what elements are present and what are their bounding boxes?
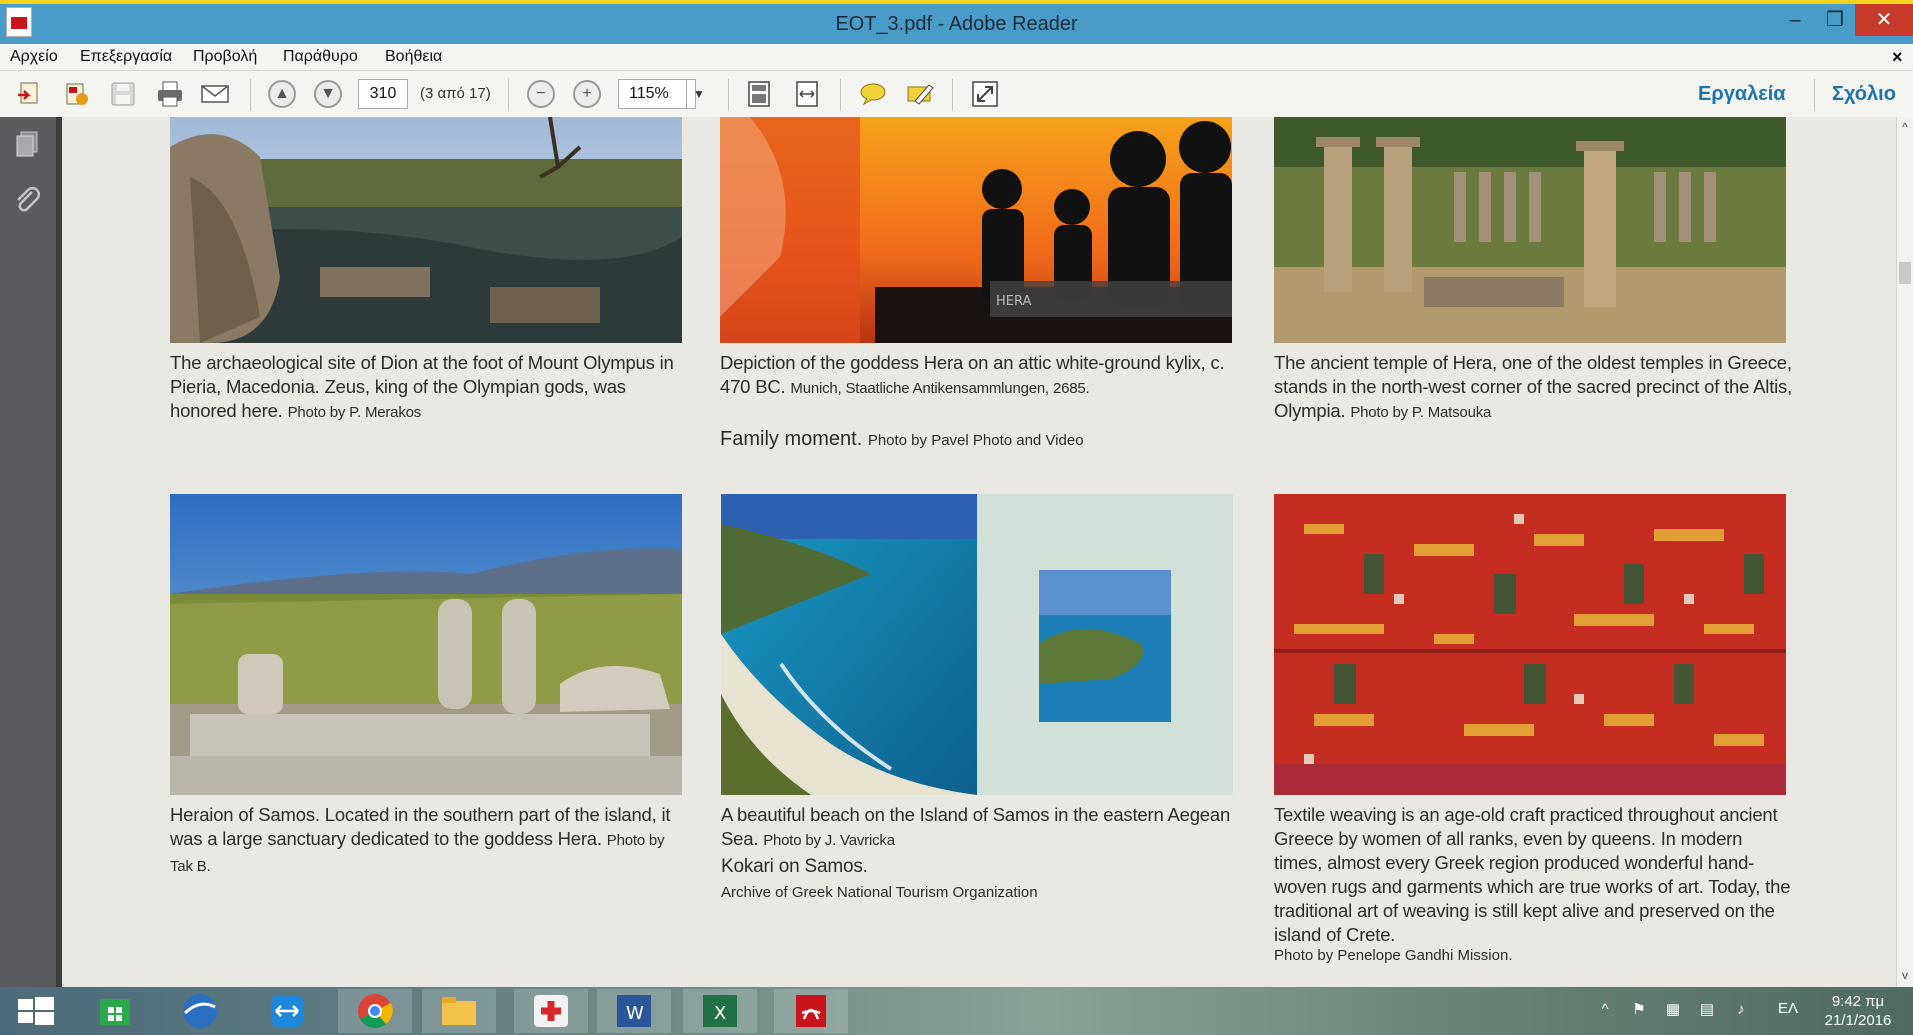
caption-textile-credit: Photo by Penelope Gandhi Mission. — [1274, 947, 1513, 964]
caption-family-credit: Photo by Pavel Photo and Video — [867, 432, 1084, 449]
page-number-input[interactable]: 310 — [358, 79, 408, 109]
toolbar-separator — [728, 79, 729, 111]
scrollbar-thumb[interactable] — [1899, 262, 1911, 284]
clock-date: 21/1/2016 — [1824, 1012, 1892, 1029]
adobe-reader-icon[interactable] — [774, 989, 848, 1033]
caption-heraion: Heraion of Samos. Located in the souther… — [170, 803, 690, 879]
navigation-pane — [0, 117, 62, 987]
caption-dion-credit: Photo by P. Merakos — [287, 404, 422, 421]
caption-textile: Textile weaving is an age-old craft prac… — [1274, 804, 1791, 945]
minimize-button[interactable]: – — [1775, 4, 1815, 36]
close-document-button[interactable]: × — [1892, 44, 1912, 70]
photo-samos-beach — [721, 494, 1233, 795]
system-clock[interactable]: 9:42 πμ 21/1/2016 — [1810, 992, 1906, 1030]
attachments-icon[interactable] — [14, 186, 40, 216]
caption-beach: A beautiful beach on the Island of Samos… — [721, 803, 1241, 853]
zoom-out-icon[interactable]: − — [527, 80, 555, 108]
caption-olympia-credit: Photo by P. Matsouka — [1350, 404, 1492, 421]
email-icon[interactable] — [200, 79, 230, 109]
scroll-up-icon[interactable]: ^ — [1898, 120, 1912, 134]
menu-help[interactable]: Βοήθεια — [385, 44, 442, 70]
caption-kokari-credit: Archive of Greek National Tourism Organi… — [721, 884, 1038, 901]
windows-icon[interactable]: ▦ — [1664, 1002, 1682, 1018]
menu-file[interactable]: Αρχείο — [10, 44, 58, 70]
scroll-down-icon[interactable]: v — [1898, 968, 1912, 982]
file-explorer-icon[interactable] — [422, 989, 496, 1033]
clock-time: 9:42 πμ — [1831, 993, 1885, 1010]
caption-heraion-text: Heraion of Samos. Located in the souther… — [170, 804, 671, 849]
export-pdf-icon[interactable] — [62, 79, 92, 109]
next-page-icon[interactable]: ▼ — [314, 80, 342, 108]
word-icon[interactable]: W — [597, 989, 671, 1033]
teamviewer-icon[interactable] — [250, 989, 324, 1033]
photo-olympia — [1274, 117, 1786, 343]
excel-icon[interactable]: X — [683, 989, 757, 1033]
photo-heraion-samos — [170, 494, 682, 795]
caption-hera-kylix: Depiction of the goddess Hera on an atti… — [720, 351, 1240, 401]
caption-dion: The archaeological site of Dion at the f… — [170, 351, 690, 425]
toolbar-separator — [840, 79, 841, 111]
maximize-button[interactable]: ❐ — [1815, 4, 1855, 36]
caption-hera-kylix-credit: Munich, Staatliche Antikensammlungen, 26… — [790, 380, 1090, 397]
medical-app-icon[interactable] — [514, 989, 588, 1033]
prev-page-icon[interactable]: ▲ — [268, 80, 296, 108]
caption-beach-credit: Photo by J. Vavricka — [763, 832, 895, 849]
caption-kokari: Kokari on Samos. — [721, 856, 868, 877]
window-title: EOT_3.pdf - Adobe Reader — [835, 13, 1078, 35]
sticky-note-icon[interactable] — [858, 79, 888, 109]
toolbar-separator — [1814, 79, 1815, 111]
vertical-scrollbar[interactable] — [1896, 117, 1913, 987]
svg-text:X: X — [714, 1003, 726, 1024]
menu-bar: Αρχείο Επεξεργασία Προβολή Παράθυρο Βοήθ… — [0, 44, 1913, 71]
toolbar-separator — [508, 79, 509, 111]
fit-page-icon[interactable] — [744, 79, 774, 109]
document-view[interactable]: The archaeological site of Dion at the f… — [62, 117, 1896, 987]
google-earth-icon[interactable] — [163, 989, 237, 1033]
caption-family: Family moment. Photo by Pavel Photo and … — [720, 426, 1240, 454]
photo-hera-family: HERA — [720, 117, 1232, 343]
menu-window[interactable]: Παράθυρο — [283, 44, 358, 70]
close-button[interactable]: ✕ — [1855, 4, 1913, 36]
start-icon[interactable] — [0, 989, 74, 1033]
highlight-icon[interactable] — [905, 79, 935, 109]
input-language[interactable]: ΕΛ — [1778, 1000, 1798, 1017]
zoom-in-icon[interactable]: + — [573, 80, 601, 108]
print-icon[interactable] — [155, 79, 185, 109]
toolbar: ▲ ▼ 310 (3 από 17) − + 115% ▼ Εργαλεία Σ… — [0, 71, 1913, 118]
comment-pane-button[interactable]: Σχόλιο — [1832, 79, 1896, 109]
menu-view[interactable]: Προβολή — [193, 44, 257, 70]
svg-text:W: W — [626, 1003, 644, 1024]
menu-edit[interactable]: Επεξεργασία — [80, 44, 172, 70]
network-icon[interactable]: ▤ — [1698, 1002, 1716, 1018]
caption-family-text: Family moment. — [720, 428, 863, 450]
caption-dion-text: The archaeological site of Dion at the f… — [170, 352, 674, 421]
save-icon[interactable] — [108, 79, 138, 109]
tools-pane-button[interactable]: Εργαλεία — [1698, 79, 1786, 109]
zoom-level-input[interactable]: 115% — [618, 79, 696, 109]
toolbar-separator — [250, 79, 251, 111]
caption-olympia: The ancient temple of Hera, one of the o… — [1274, 351, 1794, 425]
photo-dion — [170, 117, 682, 343]
page-thumbnails-icon[interactable] — [14, 130, 40, 158]
page-count-label: (3 από 17) — [420, 85, 491, 102]
volume-icon[interactable]: ♪ — [1732, 1002, 1750, 1018]
toolbar-separator — [952, 79, 953, 111]
photo-textile — [1274, 494, 1786, 795]
chevron-down-icon[interactable]: ▼ — [686, 80, 711, 108]
chrome-icon[interactable] — [338, 989, 412, 1033]
fullscreen-icon[interactable] — [970, 79, 1000, 109]
hera-label: HERA — [996, 294, 1031, 309]
store-icon[interactable] — [78, 989, 152, 1033]
action-center-flag-icon[interactable]: ⚑ — [1630, 1002, 1648, 1018]
fit-width-icon[interactable] — [792, 79, 822, 109]
tray-overflow-icon[interactable]: ^ — [1596, 1002, 1614, 1018]
create-pdf-icon[interactable] — [14, 79, 44, 109]
